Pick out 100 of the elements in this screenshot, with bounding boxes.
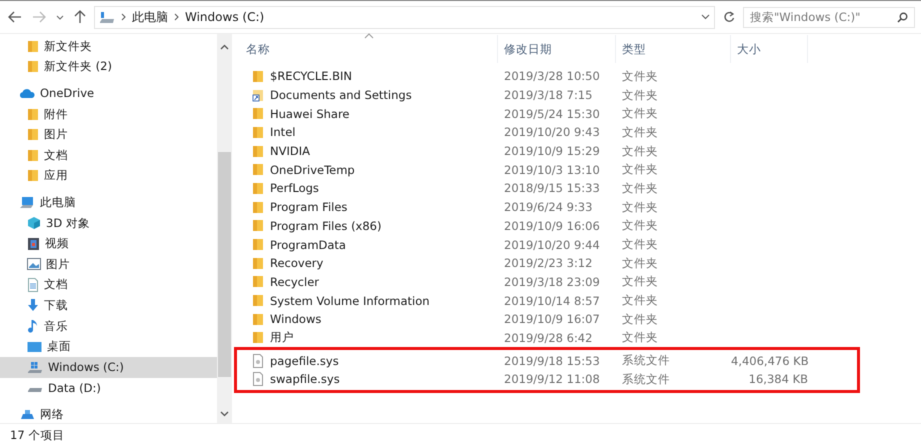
sidebar-item[interactable]: 音乐 (0, 316, 217, 336)
sidebar-item[interactable]: 网络 (0, 404, 217, 423)
back-arrow-icon (8, 11, 22, 23)
folder-icon (252, 163, 264, 176)
modified-date: 2019/9/28 6:42 (503, 330, 594, 345)
file-icon (252, 372, 264, 386)
computer-icon (99, 10, 115, 24)
scrollbar-thumb[interactable] (218, 152, 231, 377)
file-row[interactable]: OneDriveTemp 2019/10/3 13:10 文件夹 (240, 160, 921, 180)
file-row[interactable]: $RECYCLE.BIN 2019/3/28 10:50 文件夹 (240, 67, 921, 86)
breadcrumb[interactable]: Windows (C:) (185, 10, 264, 24)
file-name: NVIDIA (270, 144, 310, 158)
folder-icon (27, 128, 39, 142)
file-row[interactable]: Recovery 2019/2/23 3:12 文件夹 (240, 254, 921, 273)
sidebar-item[interactable]: Windows (C:) (0, 356, 217, 378)
file-name: Program Files (270, 200, 348, 214)
column-header[interactable]: 类型 (616, 35, 731, 63)
sidebar-item[interactable]: 3D 对象 (0, 212, 217, 234)
file-row[interactable]: Windows 2019/10/9 16:07 文件夹 (240, 310, 921, 329)
windows-drive-icon (27, 360, 43, 374)
breadcrumb[interactable]: 此电脑 (132, 8, 168, 26)
modified-date: 2019/10/9 15:29 (503, 144, 601, 158)
modified-date: 2019/9/12 11:08 (503, 372, 601, 386)
column-header[interactable]: 名称 (240, 35, 498, 63)
file-row[interactable]: pagefile.sys 2019/9/18 15:53 系统文件 4,406,476 KB (240, 351, 857, 370)
sidebar-item[interactable]: OneDrive (0, 83, 217, 104)
folder-icon (252, 126, 264, 139)
folder-icon (252, 70, 264, 83)
sidebar-item[interactable]: 新文件夹 (2) (0, 56, 217, 78)
sidebar-item[interactable]: Data (D:) (0, 378, 217, 398)
computer-icon (19, 196, 35, 209)
file-row[interactable]: System Volume Information 2019/10/14 8:57 文件夹 (240, 291, 921, 310)
sidebar-item[interactable]: 文档 (0, 144, 217, 166)
file-name: Program Files (x86) (270, 218, 382, 233)
search-icon (897, 12, 908, 22)
file-row[interactable]: Recycler 2019/3/18 23:09 文件夹 (240, 272, 921, 292)
file-row[interactable]: Program Files 2019/6/24 9:33 文件夹 (240, 198, 921, 216)
sidebar-item[interactable]: 图片 (0, 124, 217, 145)
refresh-icon (723, 11, 735, 23)
sidebar-item[interactable]: 桌面 (0, 336, 217, 357)
sidebar-item[interactable]: 附件 (0, 104, 217, 124)
file-row[interactable]: PerfLogs 2018/9/15 15:33 文件夹 (240, 179, 921, 198)
file-type: 文件夹 (621, 330, 659, 346)
file-type: 文件夹 (621, 218, 659, 234)
file-row[interactable]: Huawei Share 2019/5/24 15:30 文件夹 (240, 104, 921, 124)
file-row[interactable]: ProgramData 2019/10/20 9:44 文件夹 (240, 235, 921, 254)
sidebar-item[interactable]: 此电脑 (0, 192, 217, 213)
sidebar-item[interactable]: 应用 (0, 166, 217, 186)
column-header[interactable]: 大小 (731, 35, 808, 63)
search-field[interactable]: 搜索"Windows (C:)" (743, 6, 915, 28)
file-type: 文件夹 (621, 237, 659, 252)
modified-date: 2019/3/18 23:09 (503, 274, 601, 289)
folder-icon (252, 107, 264, 120)
folder-icon (252, 200, 264, 214)
file-row[interactable]: Intel 2019/10/20 9:43 文件夹 (240, 123, 921, 142)
scrollbar[interactable] (217, 34, 232, 423)
file-row[interactable]: Documents and Settings 2019/3/18 7:15 文件夹 (240, 86, 921, 104)
modified-date: 2019/10/3 13:10 (503, 162, 601, 177)
modified-date: 2019/10/20 9:44 (503, 238, 601, 252)
file-row[interactable]: 用户 2019/9/28 6:42 文件夹 (240, 328, 921, 348)
file-row[interactable]: Program Files (x86) 2019/10/9 16:06 文件夹 (240, 216, 921, 236)
file-name: Intel (270, 125, 296, 140)
file-row[interactable]: NVIDIA 2019/10/9 15:29 文件夹 (240, 142, 921, 160)
sidebar-item[interactable]: 新文件夹 (0, 36, 217, 57)
chevron-right-icon (121, 13, 126, 21)
file-type: 文件夹 (621, 88, 659, 103)
file-name: Recovery (270, 256, 324, 270)
sidebar-item[interactable]: 图片 (0, 254, 217, 275)
sidebar-item[interactable]: 文档 (0, 274, 217, 296)
folder-icon (252, 331, 264, 344)
music-note-icon (27, 318, 39, 334)
modified-date: 2019/9/18 15:53 (503, 354, 601, 368)
file-name: Windows (270, 312, 322, 326)
sidebar-item[interactable]: 视频 (0, 233, 217, 254)
file-size: 16,384 KB (748, 372, 808, 386)
desktop-icon (27, 340, 42, 353)
sidebar-item[interactable]: 下载 (0, 295, 217, 316)
chevron-down-icon (701, 14, 710, 20)
file-type: 文件夹 (621, 180, 659, 196)
folder-icon (252, 144, 264, 158)
file-type: 文件夹 (621, 124, 659, 140)
file-name: Huawei Share (270, 106, 350, 121)
file-type: 文件夹 (621, 200, 659, 215)
folder-icon (252, 182, 264, 195)
modified-date: 2019/10/9 16:06 (503, 218, 601, 233)
file-size: 4,406,476 KB (731, 354, 808, 368)
folder-icon (27, 108, 39, 121)
modified-date: 2019/3/28 10:50 (503, 69, 601, 84)
file-row[interactable]: swapfile.sys 2019/9/12 11:08 系统文件 16,384 KB (240, 370, 857, 389)
file-type: 文件夹 (621, 274, 659, 290)
column-header[interactable]: 修改日期 (498, 35, 616, 63)
address-bar[interactable]: 此电脑 Windows (C:) (94, 6, 715, 28)
file-name: PerfLogs (270, 181, 319, 196)
document-icon (27, 278, 39, 292)
modified-date: 2019/3/18 7:15 (503, 88, 594, 102)
file-type: 系统文件 (621, 353, 671, 368)
file-type: 文件夹 (621, 106, 659, 122)
file-type: 文件夹 (621, 162, 659, 178)
file-name: swapfile.sys (270, 372, 340, 386)
modified-date: 2019/2/23 3:12 (503, 256, 594, 270)
